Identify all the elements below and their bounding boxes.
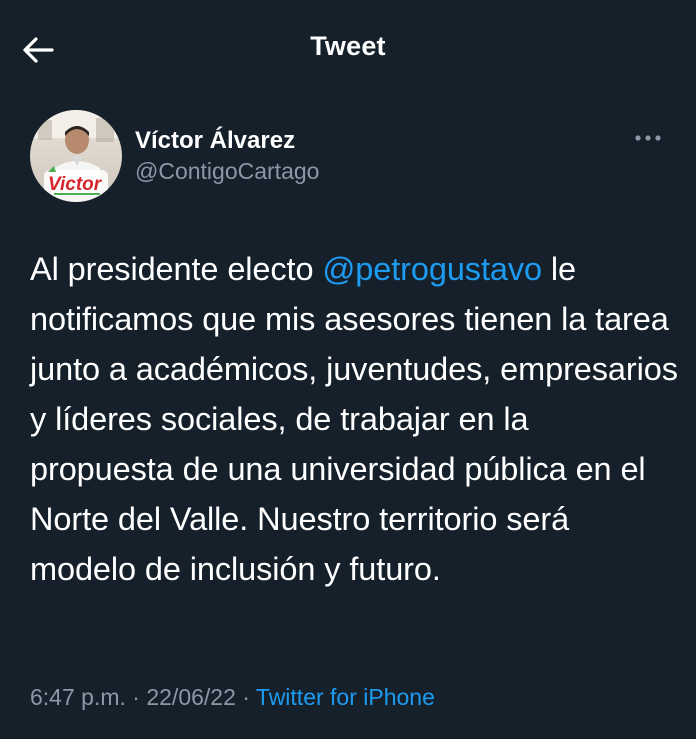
tweet-time[interactable]: 6:47 p.m. — [30, 684, 126, 710]
tweet-meta: 6:47 p.m. · 22/06/22 · Twitter for iPhon… — [30, 684, 435, 711]
more-options-button[interactable] — [630, 128, 666, 148]
tweet-date[interactable]: 22/06/22 — [146, 684, 236, 710]
author-display-name[interactable]: Víctor Álvarez — [135, 126, 319, 156]
author-handle[interactable]: @ContigoCartago — [135, 156, 319, 186]
tweet-text: Al presidente electo @petrogustavo le no… — [30, 244, 680, 594]
avatar-image: Victor — [30, 110, 122, 202]
author-names: Víctor Álvarez @ContigoCartago — [135, 126, 319, 186]
tweet-source-link[interactable]: Twitter for iPhone — [256, 684, 435, 710]
mention-link[interactable]: @petrogustavo — [322, 251, 542, 287]
tweet-author: Victor Víctor Álvarez @ContigoCartago — [30, 108, 666, 204]
tweet-text-after: le notificamos que mis asesores tienen l… — [30, 251, 678, 587]
tweet-text-before: Al presidente electo — [30, 251, 323, 287]
page-title: Tweet — [310, 31, 386, 61]
meta-separator: · — [132, 684, 140, 710]
more-dots-icon — [635, 135, 661, 141]
top-bar: Tweet — [0, 0, 696, 96]
avatar[interactable]: Victor — [30, 110, 122, 202]
tweet-detail-page: Tweet Victor Víctor Álvarez @ContigoCart… — [0, 0, 696, 739]
meta-separator: · — [242, 684, 250, 710]
avatar-logo-text: Victor — [48, 174, 103, 195]
